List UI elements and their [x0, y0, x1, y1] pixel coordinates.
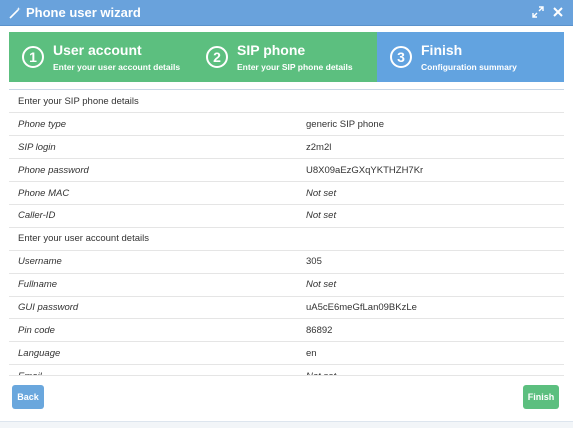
row-label: Phone MAC	[9, 181, 297, 205]
summary-panel[interactable]: Enter your SIP phone details Phone type …	[9, 89, 564, 375]
section-header-sip: Enter your SIP phone details	[9, 90, 564, 114]
row-label: Fullname	[9, 273, 297, 297]
step-user-account[interactable]: 1 User account Enter your user account d…	[9, 32, 193, 82]
row-label: Email	[9, 364, 297, 375]
table-row: Username 305	[9, 250, 564, 274]
row-label: SIP login	[9, 135, 297, 160]
step-title: Finish	[421, 41, 463, 58]
table-row: Caller-ID Not set	[9, 204, 564, 228]
table-row: Language en	[9, 341, 564, 366]
row-value: 86892	[297, 318, 564, 343]
row-value: Not set	[297, 364, 564, 375]
magic-wand-icon	[9, 6, 21, 19]
close-icon[interactable]	[551, 5, 565, 19]
row-value: generic SIP phone	[297, 112, 564, 137]
wizard-steps: 1 User account Enter your user account d…	[9, 32, 564, 82]
table-row: Pin code 86892	[9, 318, 564, 343]
finish-button[interactable]: Finish	[523, 385, 559, 409]
step-subtitle: Enter your SIP phone details	[237, 61, 353, 72]
row-value: Not set	[297, 181, 564, 205]
row-label: Username	[9, 250, 297, 274]
row-value: z2m2l	[297, 135, 564, 160]
row-label: GUI password	[9, 296, 297, 320]
window-titlebar: Phone user wizard	[0, 0, 573, 26]
step-number: 1	[22, 46, 44, 68]
table-row: GUI password uA5cE6meGfLan09BKzLe	[9, 296, 564, 320]
table-row: Phone MAC Not set	[9, 181, 564, 205]
table-row: SIP login z2m2l	[9, 135, 564, 160]
row-value: Not set	[297, 204, 564, 228]
row-value: U8X09aEzGXqYKTHZH7Kr	[297, 158, 564, 183]
step-title: SIP phone	[237, 41, 306, 58]
maximize-icon[interactable]	[531, 5, 545, 19]
row-value: 305	[297, 250, 564, 274]
footer-divider	[9, 375, 564, 376]
table-row: Phone password U8X09aEzGXqYKTHZH7Kr	[9, 158, 564, 183]
row-label: Phone password	[9, 158, 297, 183]
row-label: Language	[9, 341, 297, 366]
window-title: Phone user wizard	[26, 5, 141, 20]
back-button[interactable]: Back	[12, 385, 44, 409]
table-row: Email Not set	[9, 364, 564, 375]
step-subtitle: Enter your user account details	[53, 61, 181, 72]
table-row: Phone type generic SIP phone	[9, 112, 564, 137]
step-sip-phone[interactable]: 2 SIP phone Enter your SIP phone details	[193, 32, 377, 82]
section-title: Enter your SIP phone details	[9, 90, 564, 114]
row-value: uA5cE6meGfLan09BKzLe	[297, 296, 564, 320]
step-finish[interactable]: 3 Finish Configuration summary	[377, 32, 564, 82]
row-label: Phone type	[9, 112, 297, 137]
row-label: Caller-ID	[9, 204, 297, 228]
section-title: Enter your user account details	[9, 227, 564, 251]
table-row: Fullname Not set	[9, 273, 564, 297]
step-subtitle: Configuration summary	[421, 61, 517, 72]
step-title: User account	[53, 41, 142, 58]
section-header-account: Enter your user account details	[9, 227, 564, 251]
row-label: Pin code	[9, 318, 297, 343]
step-number: 2	[206, 46, 228, 68]
window-bottom-edge	[0, 421, 573, 428]
step-number: 3	[390, 46, 412, 68]
row-value: Not set	[297, 273, 564, 297]
summary-table: Enter your SIP phone details Phone type …	[9, 90, 564, 375]
row-value: en	[297, 341, 564, 366]
